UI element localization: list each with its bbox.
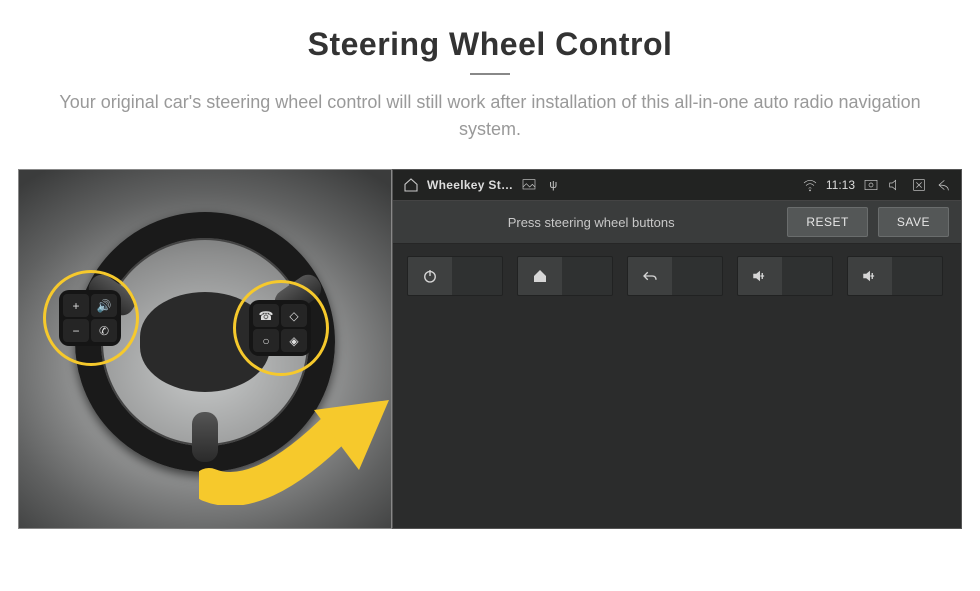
reset-button[interactable]: RESET bbox=[787, 207, 868, 237]
prompt-label: Press steering wheel buttons bbox=[405, 215, 777, 230]
steering-wheel-photo: + 🔊 − ✆ ☎ ◇ ○ ◈ bbox=[18, 169, 392, 529]
wifi-icon bbox=[802, 177, 818, 193]
home-fill-icon bbox=[518, 257, 562, 295]
mute-icon[interactable] bbox=[887, 177, 903, 193]
wheel-btn-r3: ○ bbox=[253, 329, 279, 352]
volume-up-icon bbox=[848, 257, 892, 295]
status-time: 11:13 bbox=[826, 178, 855, 192]
wheel-btn-voice: 🔊 bbox=[91, 294, 117, 317]
power-icon bbox=[408, 257, 452, 295]
wheel-btn-minus: − bbox=[63, 319, 89, 342]
head-unit-screen: Wheelkey St… ψ 11:13 bbox=[392, 169, 962, 529]
key-grid bbox=[393, 244, 961, 528]
wheel-btn-r1: ☎ bbox=[253, 304, 279, 327]
back-icon[interactable] bbox=[935, 177, 951, 193]
capture-icon[interactable] bbox=[863, 177, 879, 193]
title-underline bbox=[470, 73, 510, 75]
volume-up-icon bbox=[738, 257, 782, 295]
key-home[interactable] bbox=[517, 256, 613, 296]
wheel-btn-phone: ✆ bbox=[91, 319, 117, 342]
key-volume-up-2[interactable] bbox=[847, 256, 943, 296]
home-icon[interactable] bbox=[403, 177, 419, 193]
arrow-indicator bbox=[199, 385, 392, 505]
wheel-button-pad-left: + 🔊 − ✆ bbox=[59, 290, 121, 346]
close-app-icon[interactable] bbox=[911, 177, 927, 193]
key-back[interactable] bbox=[627, 256, 723, 296]
key-power[interactable] bbox=[407, 256, 503, 296]
image-icon[interactable] bbox=[521, 177, 537, 193]
wheel-btn-r4: ◈ bbox=[281, 329, 307, 352]
save-button[interactable]: SAVE bbox=[878, 207, 949, 237]
return-icon bbox=[628, 257, 672, 295]
action-row: Press steering wheel buttons RESET SAVE bbox=[393, 200, 961, 244]
usb-icon[interactable]: ψ bbox=[545, 177, 561, 193]
status-bar: Wheelkey St… ψ 11:13 bbox=[393, 170, 961, 200]
page-subtitle: Your original car's steering wheel contr… bbox=[40, 89, 940, 143]
page-title: Steering Wheel Control bbox=[40, 26, 940, 63]
status-app-label: Wheelkey St… bbox=[427, 178, 513, 192]
wheel-button-pad-right: ☎ ◇ ○ ◈ bbox=[249, 300, 311, 356]
key-volume-up-1[interactable] bbox=[737, 256, 833, 296]
wheel-btn-plus: + bbox=[63, 294, 89, 317]
wheel-btn-r2: ◇ bbox=[281, 304, 307, 327]
